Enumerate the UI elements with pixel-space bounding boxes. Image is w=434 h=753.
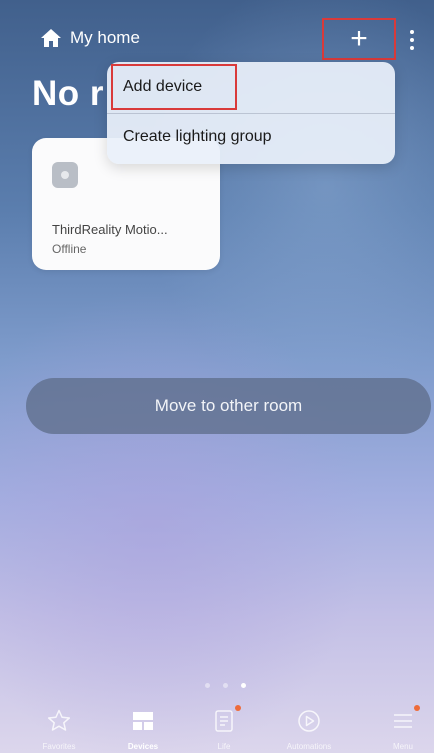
nav-tab-devices[interactable]: Devices bbox=[103, 700, 183, 753]
add-button[interactable]: + bbox=[322, 18, 396, 60]
device-name: ThirdReality Motio... bbox=[52, 222, 168, 237]
add-dropdown-menu: Add device Create lighting group bbox=[107, 62, 395, 164]
nav-tab-menu[interactable]: Menu bbox=[363, 700, 434, 753]
notification-badge bbox=[414, 705, 420, 711]
page-dot[interactable] bbox=[223, 683, 228, 688]
nav-label-devices: Devices bbox=[127, 742, 159, 751]
play-circle-icon bbox=[296, 708, 322, 734]
home-label: My home bbox=[70, 28, 140, 47]
nav-label-menu: Menu bbox=[392, 742, 413, 751]
hamburger-icon bbox=[390, 705, 420, 734]
notification-badge bbox=[235, 705, 241, 711]
move-to-other-room-button[interactable]: Move to other room bbox=[26, 378, 431, 434]
devices-screen: My home + No r ThirdReality Motio... Off… bbox=[0, 0, 434, 753]
devices-grid-icon bbox=[130, 708, 156, 734]
home-icon bbox=[41, 29, 61, 47]
device-status: Offline bbox=[52, 242, 87, 256]
nav-tab-favorites[interactable]: Favorites bbox=[19, 700, 99, 753]
nav-tab-life[interactable]: Life bbox=[184, 700, 264, 753]
star-icon bbox=[46, 708, 72, 734]
menu-item-add-device[interactable]: Add device bbox=[111, 64, 237, 110]
home-selector[interactable]: My home bbox=[40, 28, 140, 48]
page-indicator bbox=[205, 683, 246, 688]
life-card-icon bbox=[211, 705, 241, 734]
device-icon bbox=[52, 162, 78, 188]
nav-label-automations: Automations bbox=[286, 742, 332, 751]
more-options-icon[interactable] bbox=[400, 26, 424, 54]
room-title: No r bbox=[32, 74, 104, 113]
nav-label-life: Life bbox=[217, 742, 231, 751]
nav-label-favorites: Favorites bbox=[42, 742, 76, 751]
menu-item-create-lighting-group[interactable]: Create lighting group bbox=[123, 114, 272, 160]
page-dot[interactable] bbox=[205, 683, 210, 688]
page-dot-active[interactable] bbox=[241, 683, 246, 688]
nav-tab-automations[interactable]: Automations bbox=[269, 700, 349, 753]
bottom-nav-bar: Favorites Devices Life Automations Menu bbox=[0, 700, 434, 753]
plus-icon: + bbox=[350, 22, 368, 55]
